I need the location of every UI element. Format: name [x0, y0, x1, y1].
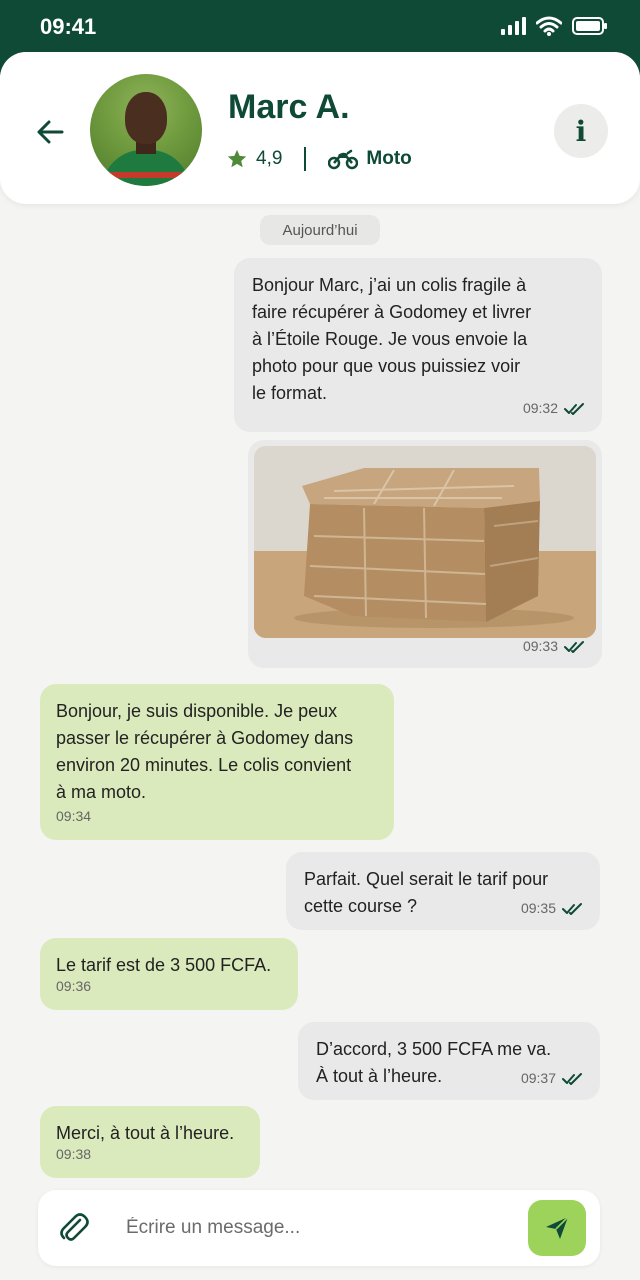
message-composer [38, 1190, 600, 1266]
message-time: 09:35 [520, 900, 556, 916]
message-time: 09:36 [56, 978, 92, 994]
back-button[interactable] [30, 112, 70, 152]
send-icon [546, 1216, 569, 1239]
message-incoming[interactable]: Bonjour, je suis disponible. Je peux pas… [40, 684, 394, 840]
chat-header: Marc A. 4,9 Moto i [0, 52, 640, 204]
message-time: 09:38 [56, 1146, 92, 1162]
vehicle-type: Moto [366, 148, 412, 169]
message-time: 09:32 [522, 400, 558, 416]
info-icon: i [575, 114, 587, 148]
message-time: 09:34 [56, 808, 92, 824]
parcel-illustration [254, 446, 596, 638]
status-icons [500, 16, 608, 36]
message-meta: 09:33 [523, 633, 586, 660]
double-check-icon [564, 402, 584, 415]
message-time: 09:33 [522, 638, 558, 654]
contact-name: Marc A. [228, 88, 350, 126]
status-time: 09:41 [40, 14, 97, 39]
send-button[interactable] [528, 1200, 586, 1256]
status-bar: 09:41 [0, 0, 640, 56]
paperclip-icon [60, 1213, 89, 1241]
message-outgoing[interactable]: D’accord, 3 500 FCFA me va. À tout à l’h… [298, 1022, 600, 1100]
divider [304, 147, 307, 171]
double-check-icon [564, 640, 584, 653]
avatar[interactable] [90, 74, 202, 186]
message-meta: 09:35 [521, 895, 584, 922]
battery-icon [572, 17, 607, 35]
signal-icon [501, 17, 526, 35]
message-outgoing[interactable]: Parfait. Quel serait le tarif pour cette… [286, 852, 600, 930]
attach-button[interactable] [56, 1210, 92, 1246]
rating-value: 4,9 [256, 148, 283, 169]
message-incoming[interactable]: Le tarif est de 3 500 FCFA. 09:36 [40, 938, 298, 1010]
double-check-icon [562, 1072, 582, 1085]
message-time: 09:37 [520, 1070, 556, 1086]
message-meta: 09:38 [56, 1141, 91, 1168]
double-check-icon [562, 902, 582, 915]
chat-screen: Marc A. 4,9 Moto i Aujourd’hui Bonjour M… [0, 52, 640, 1280]
message-meta: 09:37 [521, 1065, 584, 1092]
message-outgoing[interactable]: Bonjour Marc, j’ai un colis fragile à fa… [234, 258, 602, 432]
motorcycle-icon [328, 149, 359, 170]
rating-row: 4,9 Moto [226, 144, 412, 174]
back-arrow-icon [37, 120, 64, 144]
wifi-icon [536, 16, 562, 36]
message-incoming[interactable]: Merci, à tout à l’heure. 09:38 [40, 1106, 260, 1178]
star-icon [227, 149, 247, 168]
message-input[interactable] [126, 1208, 506, 1248]
message-meta: 09:36 [56, 973, 91, 1000]
message-text: Bonjour, je suis disponible. Je peux pas… [56, 701, 354, 802]
date-separator: Aujourd’hui [260, 215, 380, 245]
cardboard-box-photo[interactable] [254, 446, 596, 638]
message-meta: 09:34 [56, 803, 91, 830]
message-meta: 09:32 [523, 395, 586, 422]
message-text: Bonjour Marc, j’ai un colis fragile à fa… [252, 275, 532, 403]
message-image[interactable]: 09:33 [248, 440, 602, 668]
info-button[interactable]: i [554, 104, 608, 158]
